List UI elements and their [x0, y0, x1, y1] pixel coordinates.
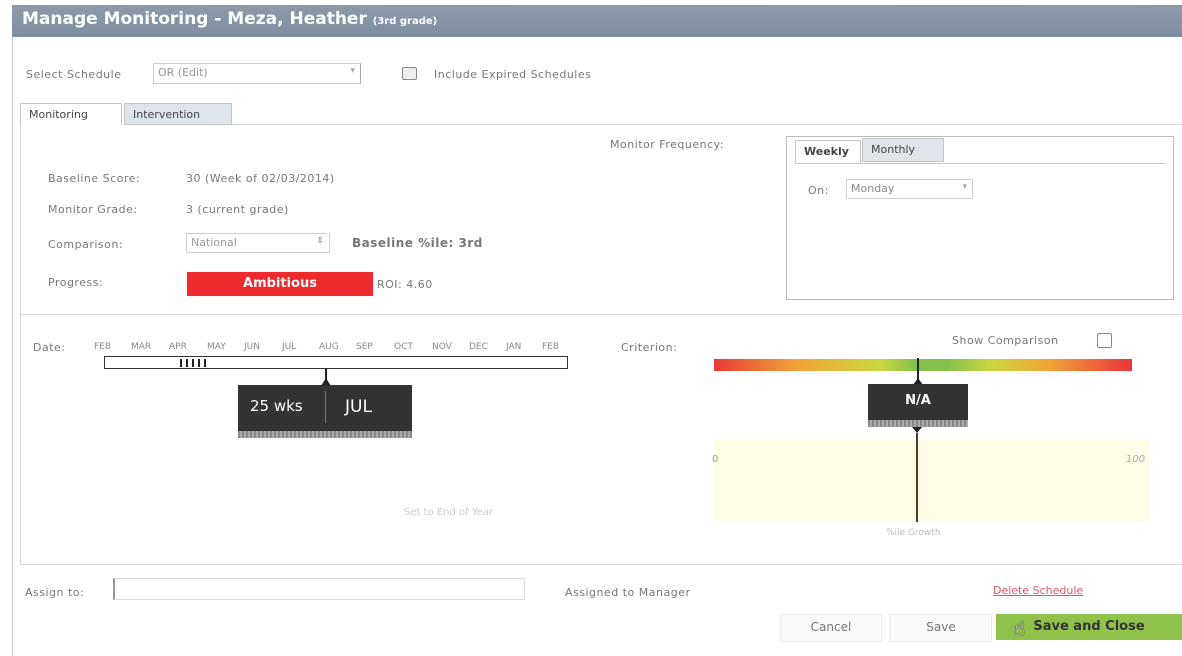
cancel-button[interactable]: Cancel	[780, 614, 882, 642]
month-label: FEB	[94, 342, 112, 352]
month-label: MAY	[207, 342, 226, 352]
tab-intervention[interactable]: Intervention	[124, 103, 232, 125]
month-label: OCT	[394, 342, 413, 352]
day-select-value: Monday	[851, 182, 895, 195]
show-comparison-label: Show Comparison	[952, 334, 1059, 347]
baseline-percentile: Baseline %ile: 3rd	[352, 236, 483, 250]
criterion-value-bubble[interactable]: N/A	[868, 384, 968, 422]
schedule-select-value: OR (Edit)	[158, 66, 208, 79]
section-divider	[20, 314, 1182, 315]
month-label: APR	[169, 342, 187, 352]
monitor-frequency-label: Monitor Frequency:	[610, 138, 725, 151]
month-label: JUN	[244, 342, 260, 352]
comparison-select-value: National	[191, 236, 237, 249]
delete-schedule-link[interactable]: Delete Schedule	[993, 584, 1083, 597]
set-to-end-of-year-link[interactable]: Set to End of Year	[404, 507, 493, 518]
title-main: Manage Monitoring - Meza, Heather	[22, 9, 367, 29]
tab-bar-underline	[232, 124, 1182, 125]
title-grade: (3rd grade)	[372, 16, 438, 27]
tab-weekly[interactable]: Weekly	[795, 140, 861, 164]
comparison-select[interactable]: National ⇳	[186, 233, 330, 253]
tab-monitoring[interactable]: Monitoring	[20, 103, 122, 125]
timeline-months: FEB MAR APR MAY JUN JUL AUG SEP OCT NOV …	[94, 342, 570, 354]
assign-to-input[interactable]	[113, 578, 525, 600]
monitor-grade-value: 3 (current grade)	[186, 203, 289, 216]
month-label: NOV	[432, 342, 452, 352]
progress-ambitious-bar[interactable]: Ambitious	[187, 272, 373, 296]
criterion-bubble-grip	[868, 420, 968, 427]
month-label: SEP	[356, 342, 373, 352]
weeks-value: 25 wks	[250, 397, 303, 415]
month-label: JAN	[506, 342, 522, 352]
progress-label: Progress:	[48, 276, 104, 289]
month-label: AUG	[319, 342, 339, 352]
chevron-down-icon: ▾	[962, 182, 967, 192]
include-expired-label: Include Expired Schedules	[434, 68, 592, 81]
include-expired-checkbox[interactable]	[402, 67, 417, 80]
date-label: Date:	[33, 341, 66, 354]
criterion-footer-label: %ile Growth	[886, 528, 941, 538]
duration-bubble[interactable]: 25 wks JUL	[238, 385, 412, 431]
baseline-score-label: Baseline Score:	[48, 172, 141, 185]
panel-left-border	[20, 124, 21, 564]
bubble-grip	[238, 431, 412, 438]
bubble-divider	[325, 391, 326, 423]
timeline-week-marks	[180, 359, 208, 367]
tab-monthly[interactable]: Monthly	[862, 138, 944, 162]
roi-value: ROI: 4.60	[377, 278, 433, 291]
month-label: DEC	[469, 342, 488, 352]
select-schedule-label: Select Schedule	[26, 68, 122, 81]
show-comparison-checkbox[interactable]	[1097, 333, 1112, 348]
timeline-track[interactable]	[104, 356, 568, 369]
axis-max-label: 100	[1126, 454, 1146, 465]
baseline-score-value: 30 (Week of 02/03/2014)	[186, 172, 335, 185]
day-select[interactable]: Monday ▾	[846, 179, 973, 199]
month-label: JUL	[282, 342, 297, 352]
footer-divider	[20, 564, 1182, 565]
on-label: On:	[808, 184, 829, 197]
hand-cursor-icon: ☝	[1013, 616, 1026, 640]
save-button[interactable]: Save	[890, 614, 992, 642]
month-label: FEB	[542, 342, 560, 352]
frequency-tab-underline	[795, 163, 1165, 164]
criterion-gradient-bar[interactable]	[714, 359, 1132, 371]
criterion-label: Criterion:	[621, 341, 678, 354]
schedule-select[interactable]: OR (Edit) ▾	[153, 63, 361, 84]
updown-icon: ⇳	[316, 236, 324, 246]
assign-to-label: Assign to:	[25, 586, 85, 599]
axis-min-label: 0	[712, 454, 719, 465]
comparison-label: Comparison:	[48, 238, 124, 251]
monitor-grade-label: Monitor Grade:	[48, 203, 138, 216]
month-label: MAR	[131, 342, 152, 352]
month-value: JUL	[345, 397, 372, 417]
criterion-chart-area	[714, 440, 1150, 522]
criterion-marker-line	[916, 433, 918, 522]
assigned-to-manager: Assigned to Manager	[565, 586, 691, 599]
chevron-down-icon: ▾	[350, 66, 355, 76]
dialog-title: Manage Monitoring - Meza, Heather (3rd g…	[22, 9, 437, 29]
